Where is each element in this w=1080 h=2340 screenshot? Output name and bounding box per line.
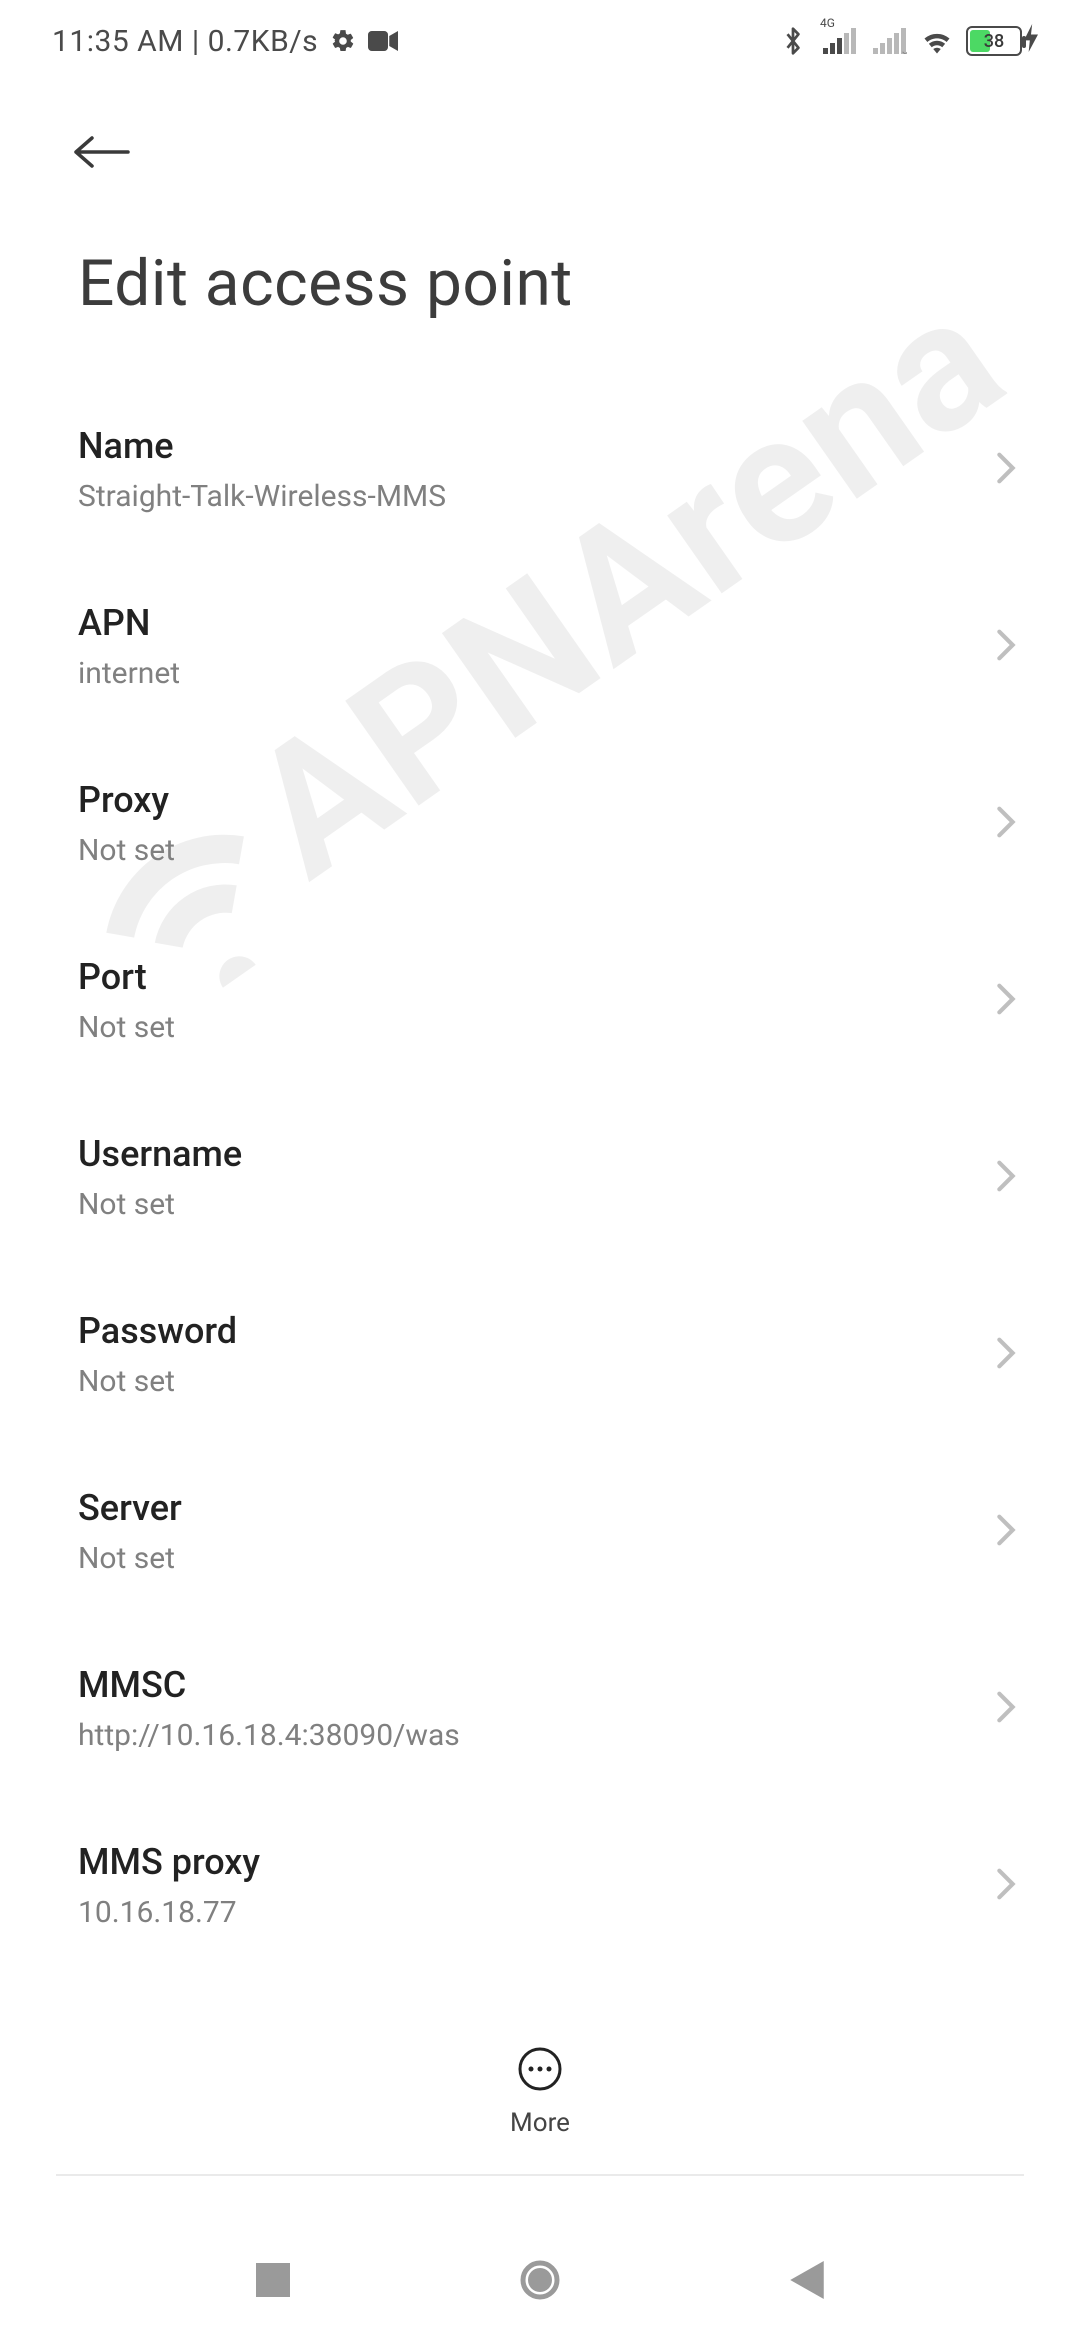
status-right: 4G ✕ 38 [778,24,1038,58]
row-name[interactable]: Name Straight-Talk-Wireless-MMS [78,381,1040,558]
row-username[interactable]: Username Not set [78,1089,1040,1266]
chevron-right-icon [996,1336,1016,1374]
chevron-right-icon [996,628,1016,666]
row-label: Proxy [78,779,175,821]
battery-indicator: 38 [966,24,1038,58]
cellular-signal-2-icon: ✕ [872,26,908,56]
row-label: Name [78,425,446,467]
bluetooth-icon [778,26,808,56]
row-label: APN [78,602,180,644]
row-value: Not set [78,1010,175,1045]
row-label: Password [78,1310,237,1352]
row-label: MMSC [78,1664,460,1706]
more-button[interactable]: More [510,2046,570,2138]
status-bar: 11:35 AM | 0.7KB/s 4G ✕ 38 [0,0,1080,82]
row-password[interactable]: Password Not set [78,1266,1040,1443]
row-mms-proxy[interactable]: MMS proxy 10.16.18.77 [78,1797,1040,1974]
divider [56,2174,1024,2176]
camera-icon [368,26,398,56]
more-label: More [510,2108,570,2138]
chevron-right-icon [996,1867,1016,1905]
bottom-action-bar: More [0,2012,1080,2172]
gear-icon [328,26,358,56]
nav-back-button[interactable] [783,2256,831,2304]
chevron-right-icon [996,805,1016,843]
navigation-bar [0,2220,1080,2340]
row-label: Username [78,1133,242,1175]
cellular-signal-1-icon: 4G [822,26,858,56]
nav-home-button[interactable] [516,2256,564,2304]
status-time: 11:35 AM | 0.7KB/s [52,24,318,59]
row-value: Not set [78,1187,242,1222]
chevron-right-icon [996,451,1016,489]
row-server[interactable]: Server Not set [78,1443,1040,1620]
page-title: Edit access point [0,176,1080,381]
svg-text:✕: ✕ [901,50,907,54]
row-value: http://10.16.18.4:38090/was [78,1718,460,1753]
status-left: 11:35 AM | 0.7KB/s [52,24,398,59]
row-label: MMS proxy [78,1841,260,1883]
row-value: internet [78,656,180,691]
wifi-icon [922,26,952,56]
nav-recents-button[interactable] [249,2256,297,2304]
chevron-right-icon [996,1690,1016,1728]
settings-list: Name Straight-Talk-Wireless-MMS APN intern… [0,381,1080,1999]
row-value: 10.16.18.77 [78,1895,260,1930]
charging-icon [1024,24,1038,58]
row-port[interactable]: Port Not set [78,912,1040,1089]
row-value: Not set [78,1364,237,1399]
row-mmsc[interactable]: MMSC http://10.16.18.4:38090/was [78,1620,1040,1797]
back-button[interactable] [0,82,1080,176]
row-label: Port [78,956,175,998]
row-proxy[interactable]: Proxy Not set [78,735,1040,912]
row-apn[interactable]: APN internet [78,558,1040,735]
chevron-right-icon [996,1513,1016,1551]
row-value: Not set [78,833,175,868]
row-value: Not set [78,1541,182,1576]
row-value: Straight-Talk-Wireless-MMS [78,479,446,514]
chevron-right-icon [996,1159,1016,1197]
chevron-right-icon [996,982,1016,1020]
more-icon [517,2046,563,2096]
row-label: Server [78,1487,182,1529]
